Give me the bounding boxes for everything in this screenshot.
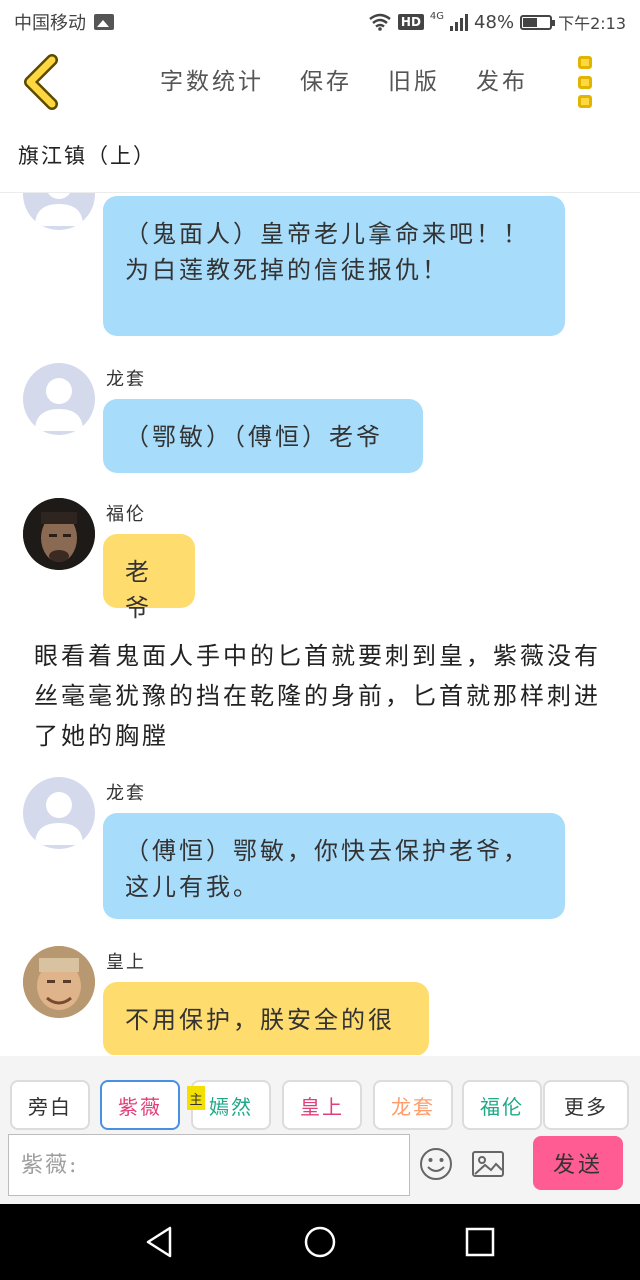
status-bar: 中国移动 HD 4G 48% 下午2:13 (0, 0, 640, 44)
system-nav-bar (0, 1204, 640, 1280)
message-text: （傅恒）鄂敏，你快去保护老爷，这儿有我。 (125, 837, 530, 901)
hd-badge: HD (397, 14, 424, 30)
network-type: 4G (429, 10, 445, 22)
role-label: 更多 (564, 1094, 608, 1119)
emoji-icon[interactable] (418, 1146, 454, 1182)
narration-text[interactable]: 眼看着鬼面人手中的匕首就要刺到皇，紫薇没有丝毫毫犹豫的挡在乾隆的身前，匕首就那样… (34, 636, 614, 756)
role-label: 皇上 (300, 1094, 344, 1119)
image-notification-icon (94, 14, 114, 30)
default-avatar-icon[interactable] (23, 777, 95, 849)
role-chip-emperor[interactable]: 皇上 (282, 1080, 362, 1130)
battery-percent: 48% (474, 11, 515, 33)
old-version-button[interactable]: 旧版 (388, 62, 440, 96)
message-text: （鬼面人）皇帝老儿拿命来吧！！为白莲教死掉的信徒报仇！ (125, 220, 530, 284)
composer-panel: 旁白 紫薇 嫣然 主 皇上 龙套 福伦 更多 发送 (0, 1056, 640, 1204)
nav-recents-icon[interactable] (462, 1224, 498, 1260)
chat-list[interactable]: （鬼面人）皇帝老儿拿命来吧！！为白莲教死掉的信徒报仇！ 龙套 （鄂敏）（傅恒）老… (0, 193, 640, 1055)
message-bubble[interactable]: （傅恒）鄂敏，你快去保护老爷，这儿有我。 (103, 813, 565, 919)
message-input[interactable] (8, 1134, 410, 1196)
message-bubble[interactable]: （鄂敏）（傅恒）老爷 (103, 399, 423, 473)
more-menu-icon[interactable] (578, 56, 598, 108)
role-label: 旁白 (28, 1094, 72, 1119)
role-label: 嫣然 (209, 1094, 253, 1119)
message-bubble[interactable]: 老爷 (103, 534, 195, 622)
speaker-name: 福伦 (106, 504, 146, 525)
message-text: 不用保护，朕安全的很 (125, 1006, 395, 1034)
role-chip-narrator[interactable]: 旁白 (10, 1080, 90, 1130)
speaker-name: 皇上 (106, 952, 146, 973)
top-toolbar: 字数统计 保存 旧版 发布 (0, 44, 640, 120)
role-chip-extra[interactable]: 龙套 (373, 1080, 453, 1130)
role-label: 紫薇 (118, 1094, 162, 1119)
carrier-label: 中国移动 (14, 13, 86, 34)
send-button[interactable]: 发送 (533, 1136, 623, 1190)
nav-home-icon[interactable] (302, 1224, 338, 1260)
nav-back-icon[interactable] (142, 1224, 178, 1260)
message-bubble[interactable]: 不用保护，朕安全的很 (103, 982, 429, 1055)
role-chip-fulun[interactable]: 福伦 (462, 1080, 542, 1130)
role-label: 龙套 (391, 1094, 435, 1119)
save-button[interactable]: 保存 (300, 62, 352, 96)
role-chip-more[interactable]: 更多 (543, 1080, 629, 1130)
wifi-icon (369, 13, 391, 31)
default-avatar-icon[interactable] (23, 193, 95, 230)
main-role-tag: 主 (187, 1086, 205, 1110)
image-icon[interactable] (470, 1146, 506, 1182)
message-text: （鄂敏）（傅恒）老爷 (125, 423, 383, 451)
speaker-name: 龙套 (106, 783, 146, 804)
back-icon[interactable] (18, 54, 68, 110)
role-chip-ziwei[interactable]: 紫薇 (100, 1080, 180, 1130)
document-title: 旗江镇（上） (18, 144, 156, 168)
message-bubble[interactable]: （鬼面人）皇帝老儿拿命来吧！！为白莲教死掉的信徒报仇！ (103, 196, 565, 336)
default-avatar-icon[interactable] (23, 363, 95, 435)
role-label: 福伦 (480, 1094, 524, 1119)
input-row: 发送 (0, 1134, 640, 1204)
speaker-name: 龙套 (106, 369, 146, 390)
battery-icon (520, 14, 556, 30)
signal-icon (450, 13, 469, 31)
toolbar-actions: 字数统计 保存 旧版 发布 (160, 62, 528, 96)
character-avatar[interactable] (23, 498, 95, 570)
role-selector: 旁白 紫薇 嫣然 主 皇上 龙套 福伦 更多 (0, 1056, 640, 1136)
publish-button[interactable]: 发布 (476, 62, 528, 96)
character-avatar[interactable] (23, 946, 95, 1018)
clock: 下午2:13 (558, 14, 626, 33)
message-text: 老爷 (125, 558, 152, 622)
word-count-button[interactable]: 字数统计 (160, 62, 264, 96)
